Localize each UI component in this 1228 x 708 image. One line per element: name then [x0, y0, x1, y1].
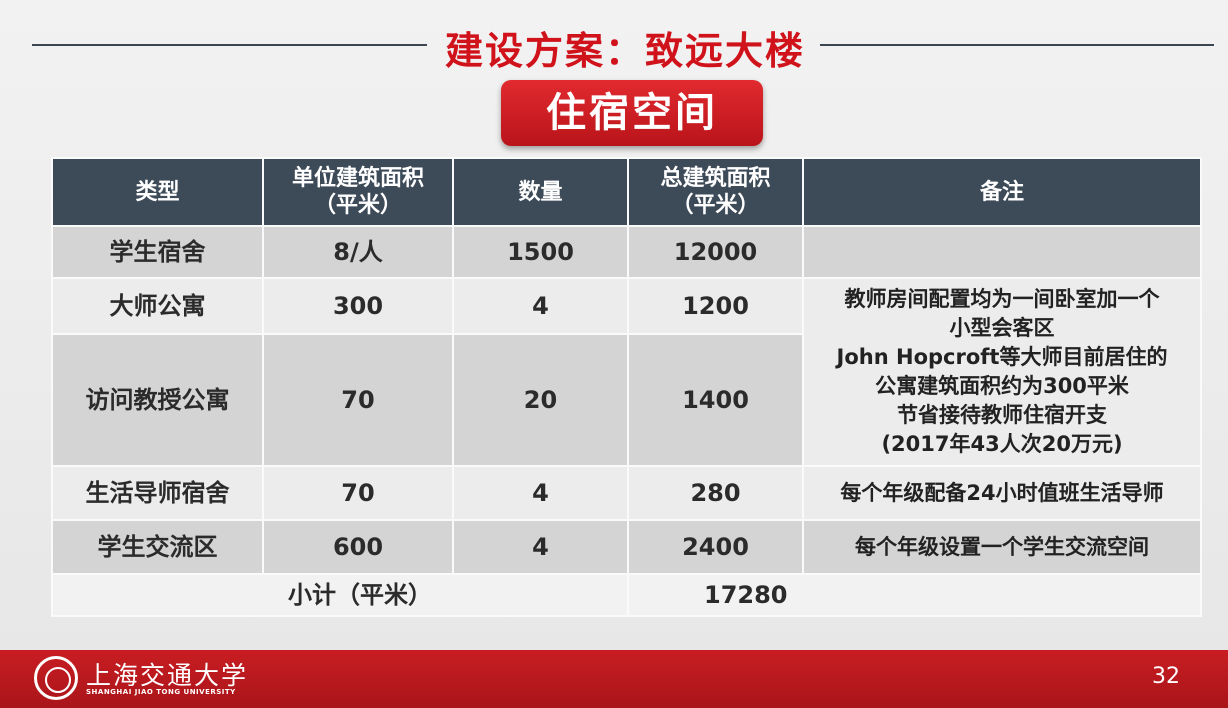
cell-unit-area: 70 [262, 465, 454, 521]
cell-count: 20 [452, 333, 629, 467]
header-total-area-text: 总建筑面积 （平米） [660, 166, 771, 218]
cell-type: 学生宿舍 [51, 225, 264, 279]
table-row: 生活导师宿舍 70 4 280 每个年级配备24小时值班生活导师 [51, 465, 1202, 521]
subtotal-row: 小计（平米） 17280 [51, 573, 1202, 617]
title-rule-right [820, 44, 1214, 46]
page-number: 32 [1152, 664, 1180, 689]
header-type: 类型 [51, 157, 264, 227]
table-row: 学生交流区 600 4 2400 每个年级设置一个学生交流空间 [51, 519, 1202, 575]
title-rule-left [32, 44, 427, 46]
cell-total-area: 1200 [627, 277, 804, 335]
cell-unit-area: 8/人 [262, 225, 454, 279]
cell-count: 4 [452, 277, 629, 335]
header-type-text: 类型 [135, 179, 180, 205]
cell-remark: 每个年级配备24小时值班生活导师 [802, 465, 1202, 521]
remark-line: 教师房间配置均为一间卧室加一个 [844, 287, 1160, 311]
cell-type: 大师公寓 [51, 277, 264, 335]
header-count-text: 数量 [518, 179, 563, 205]
cell-total-area: 280 [627, 465, 804, 521]
header-count: 数量 [452, 157, 629, 227]
cell-unit-area: 70 [262, 333, 454, 467]
cell-remark: 每个年级设置一个学生交流空间 [802, 519, 1202, 575]
remark-line: (2017年43人次20万元) [881, 432, 1123, 456]
cell-total-area: 12000 [627, 225, 804, 279]
university-logo-cn: 上海交通大学 [86, 661, 249, 690]
table-row: 大师公寓 300 4 1200 教师房间配置均为一间卧室加一个 小型会客区 Jo… [51, 277, 1202, 467]
university-seal-icon [34, 656, 78, 700]
footer-bar: 上海交通大学 SHANGHAI JIAO TONG UNIVERSITY 32 [0, 650, 1228, 708]
header-total-area: 总建筑面积 （平米） [627, 157, 804, 227]
cell-remark-merged: 教师房间配置均为一间卧室加一个 小型会客区 John Hopcroft等大师目前… [802, 277, 1202, 467]
cell-unit-area: 300 [262, 277, 454, 335]
cell-type: 生活导师宿舍 [51, 465, 264, 521]
cell-count: 4 [452, 465, 629, 521]
slide-title: 建设方案：致远大楼 [444, 29, 805, 73]
remark-line: 公寓建筑面积约为300平米 [875, 374, 1129, 398]
subtotal-label: 小计（平米） [51, 573, 629, 617]
remark-line: 小型会客区 [949, 316, 1055, 340]
cell-type: 学生交流区 [51, 519, 264, 575]
university-logo-en: SHANGHAI JIAO TONG UNIVERSITY [86, 688, 236, 696]
header-unit-area-text: 单位建筑面积 （平米） [291, 166, 424, 218]
remark-line: 节省接待教师住宿开支 [897, 403, 1107, 427]
cell-total-area: 2400 [627, 519, 804, 575]
remark-line: John Hopcroft等大师目前居住的 [836, 345, 1168, 369]
accommodation-table: 类型 单位建筑面积 （平米） 数量 总建筑面积 （平米） 备注 学生宿舍 8/人… [51, 157, 1202, 617]
section-badge: 住宿空间 [501, 80, 763, 146]
cell-total-area: 1400 [627, 333, 804, 467]
subtotal-value: 17280 [627, 573, 1202, 617]
cell-count: 4 [452, 519, 629, 575]
cell-remark-empty [802, 225, 1202, 279]
header-remark-text: 备注 [979, 179, 1024, 205]
table-row: 学生宿舍 8/人 1500 12000 [51, 225, 1202, 279]
slide: 建设方案：致远大楼 住宿空间 类型 单位建筑面积 （平米） 数量 总建筑面积 （… [0, 0, 1228, 708]
cell-type: 访问教授公寓 [51, 333, 264, 467]
header-unit-area: 单位建筑面积 （平米） [262, 157, 454, 227]
header-remark: 备注 [802, 157, 1202, 227]
cell-count: 1500 [452, 225, 629, 279]
table-header-row: 类型 单位建筑面积 （平米） 数量 总建筑面积 （平米） 备注 [51, 157, 1202, 227]
cell-unit-area: 600 [262, 519, 454, 575]
